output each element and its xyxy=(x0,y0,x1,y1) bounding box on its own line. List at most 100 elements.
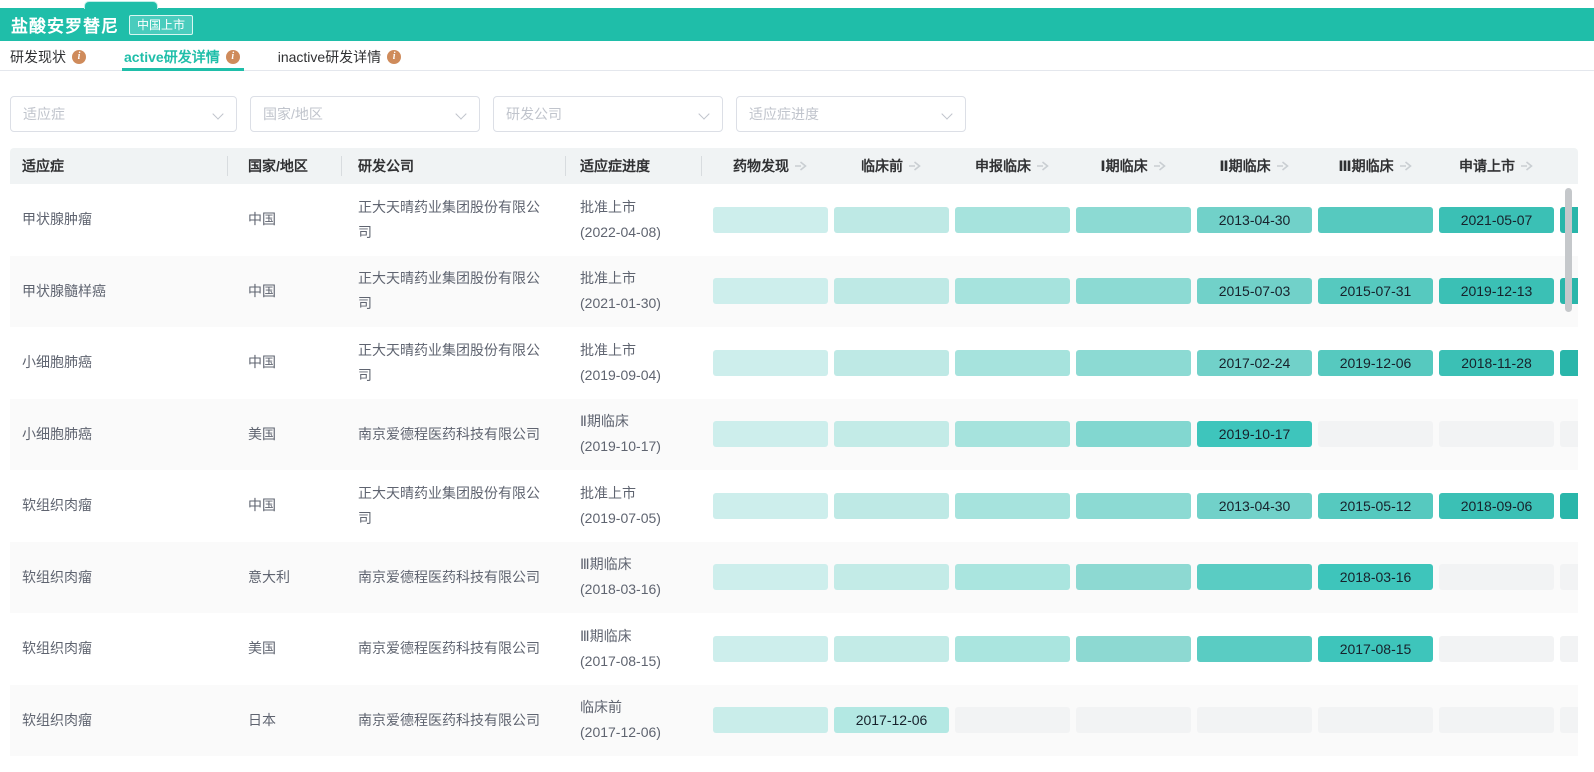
phase-track: 2017-08-15 xyxy=(702,613,1578,685)
stage-name: Ⅲ期临床 xyxy=(580,552,702,577)
indication-cell: 软组织肉瘤 xyxy=(10,493,228,518)
phase-bar: 2013-04-30 xyxy=(1197,493,1312,519)
vertical-scrollbar-thumb[interactable] xyxy=(1565,188,1572,312)
phase-bar-empty xyxy=(955,707,1070,733)
tab-rd-status[interactable]: 研发现状 i xyxy=(10,43,86,70)
header-stage: 适应症进度 xyxy=(566,148,702,184)
phase-header-ind-filing: 申报临床 xyxy=(952,156,1073,176)
arrow-right-icon xyxy=(794,161,808,171)
phase-bar xyxy=(1076,636,1191,662)
stage-cell: 批准上市(2019-07-05) xyxy=(566,481,702,531)
stage-date: (2022-04-08) xyxy=(580,220,702,245)
phase-bar xyxy=(1076,207,1191,233)
stage-cell: 批准上市(2021-01-30) xyxy=(566,266,702,316)
table-row: 软组织肉瘤意大利南京爱德程医药科技有限公司Ⅲ期临床(2018-03-16)201… xyxy=(10,542,1578,614)
phase-bar xyxy=(1076,493,1191,519)
phase-track: 2015-07-032015-07-312019-12-13 xyxy=(702,256,1578,328)
info-icon[interactable]: i xyxy=(72,50,86,64)
phase-bar xyxy=(1076,564,1191,590)
phase-bar xyxy=(834,636,949,662)
phase-bar-empty xyxy=(1439,421,1554,447)
header-indication: 适应症 xyxy=(10,148,228,184)
stage-name: Ⅲ期临床 xyxy=(580,624,702,649)
stage-cell: 批准上市(2022-04-08) xyxy=(566,195,702,245)
stage-name: 批准上市 xyxy=(580,195,702,220)
phase-bar xyxy=(955,636,1070,662)
phase-track: 2013-04-302021-05-07 xyxy=(702,184,1578,256)
info-icon[interactable]: i xyxy=(226,50,240,64)
filter-company[interactable]: 研发公司 xyxy=(493,96,723,132)
stage-cell: 批准上市(2019-09-04) xyxy=(566,338,702,388)
stage-date: (2017-08-15) xyxy=(580,649,702,674)
phase-bar: 2018-03-16 xyxy=(1318,564,1433,590)
filter-stage[interactable]: 适应症进度 xyxy=(736,96,966,132)
phase-bar xyxy=(713,493,828,519)
phase-bar: 2018-11-28 xyxy=(1439,350,1554,376)
phase-bar xyxy=(834,207,949,233)
phase-bar xyxy=(834,278,949,304)
phase-bar: 2021-05-07 xyxy=(1439,207,1554,233)
phase-bar xyxy=(1560,493,1578,519)
phase-header-discovery: 药物发现 xyxy=(710,156,831,176)
tab-label: inactive研发详情 xyxy=(278,47,381,67)
phase-header-track: 药物发现 临床前 申报临床 Ⅰ期临床 Ⅱ期临床 xyxy=(702,148,1578,184)
indication-cell: 软组织肉瘤 xyxy=(10,708,228,733)
tab-inactive-rd-details[interactable]: inactive研发详情 i xyxy=(278,43,401,70)
stage-name: Ⅱ期临床 xyxy=(580,409,702,434)
filter-placeholder: 研发公司 xyxy=(506,104,562,124)
company-cell: 正大天晴药业集团股份有限公司 xyxy=(342,481,566,531)
phase-bar-empty xyxy=(1560,707,1578,733)
company-cell: 正大天晴药业集团股份有限公司 xyxy=(342,266,566,316)
stage-date: (2019-07-05) xyxy=(580,506,702,531)
phase-bar xyxy=(713,421,828,447)
drug-title: 盐酸安罗替尼 xyxy=(11,12,119,37)
phase-track: 2017-02-242019-12-062018-11-28 xyxy=(702,327,1578,399)
company-cell: 正大天晴药业集团股份有限公司 xyxy=(342,338,566,388)
stage-name: 批准上市 xyxy=(580,266,702,291)
header-company: 研发公司 xyxy=(342,148,566,184)
phase-bar xyxy=(713,207,828,233)
info-icon[interactable]: i xyxy=(387,50,401,64)
tab-active-rd-details[interactable]: active研发详情 i xyxy=(124,43,240,70)
phase-bar xyxy=(1197,564,1312,590)
country-cell: 中国 xyxy=(228,207,342,232)
arrow-right-icon xyxy=(1036,161,1050,171)
company-cell: 南京爱德程医药科技有限公司 xyxy=(342,422,566,447)
arrow-right-icon xyxy=(1276,161,1290,171)
stage-date: (2021-01-30) xyxy=(580,291,702,316)
filter-indication[interactable]: 适应症 xyxy=(10,96,237,132)
filter-placeholder: 适应症进度 xyxy=(749,104,819,124)
phase-bar-empty xyxy=(1439,636,1554,662)
phase-bar xyxy=(713,707,828,733)
phase-bar xyxy=(955,278,1070,304)
stage-name: 临床前 xyxy=(580,695,702,720)
app-window: 盐酸安罗替尼 中国上市 研发现状 i active研发详情 i inactive… xyxy=(0,0,1594,772)
phase-bar: 2019-10-17 xyxy=(1197,421,1312,447)
phase-bar: 2017-08-15 xyxy=(1318,636,1433,662)
listed-status-badge: 中国上市 xyxy=(129,15,193,35)
stage-name: 批准上市 xyxy=(580,481,702,506)
phase-bar xyxy=(1076,278,1191,304)
phase-bar-empty xyxy=(1318,421,1433,447)
phase-header-phase1: Ⅰ期临床 xyxy=(1073,156,1194,176)
filter-placeholder: 适应症 xyxy=(23,104,65,124)
phase-bar: 2019-12-06 xyxy=(1318,350,1433,376)
phase-bar: 2015-05-12 xyxy=(1318,493,1433,519)
country-cell: 美国 xyxy=(228,636,342,661)
filter-country[interactable]: 国家/地区 xyxy=(250,96,480,132)
stage-date: (2018-03-16) xyxy=(580,577,702,602)
stage-name: 批准上市 xyxy=(580,338,702,363)
company-cell: 正大天晴药业集团股份有限公司 xyxy=(342,195,566,245)
phase-bar xyxy=(834,421,949,447)
phase-bar xyxy=(834,350,949,376)
phase-bar: 2015-07-31 xyxy=(1318,278,1433,304)
arrow-right-icon xyxy=(1520,161,1534,171)
table-header: 适应症 国家/地区 研发公司 适应症进度 药物发现 临床前 申报临床 Ⅰ期临床 xyxy=(10,148,1578,184)
phase-bar-empty xyxy=(1076,707,1191,733)
chevron-down-icon xyxy=(699,109,710,120)
phase-bar xyxy=(955,207,1070,233)
chevron-down-icon xyxy=(456,109,467,120)
table-row: 软组织肉瘤中国正大天晴药业集团股份有限公司批准上市(2019-07-05)201… xyxy=(10,470,1578,542)
country-cell: 美国 xyxy=(228,422,342,447)
company-cell: 南京爱德程医药科技有限公司 xyxy=(342,565,566,590)
